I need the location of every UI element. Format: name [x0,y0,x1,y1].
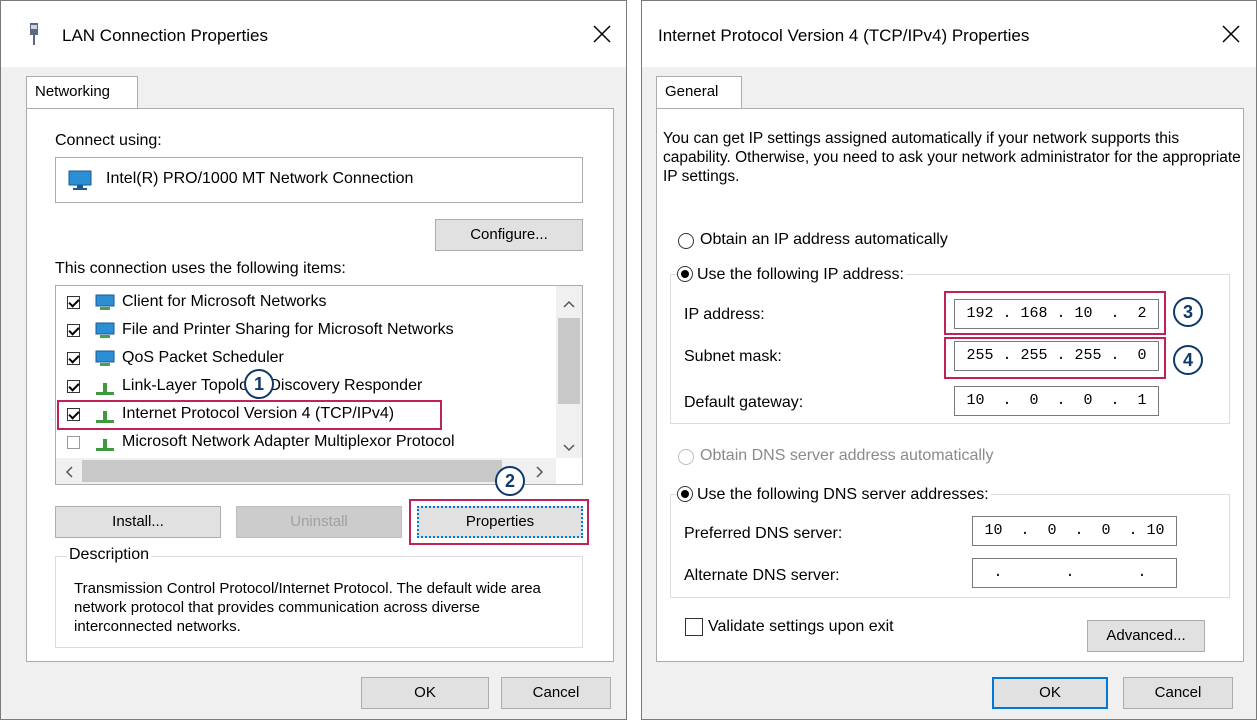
protocol-icon [94,434,116,452]
obtain-ip-auto-label: Obtain an IP address automatically [700,231,948,248]
ip-address-label: IP address: [684,306,765,323]
ip-address-highlight [944,291,1166,335]
item-label: File and Printer Sharing for Microsoft N… [122,321,454,338]
adapter-name: Intel(R) PRO/1000 MT Network Connection [106,170,414,187]
advanced-button[interactable]: Advanced... [1087,620,1205,652]
step-marker-4: 4 [1173,345,1203,375]
protocol-icon [94,378,116,396]
scroll-up-icon[interactable] [563,295,575,312]
lan-ok-button[interactable]: OK [361,677,489,709]
intro-text: You can get IP settings assigned automat… [663,130,1241,185]
use-following-ip-radio[interactable] [677,266,693,282]
network-client-icon [94,294,116,312]
item-label: QoS Packet Scheduler [122,349,284,366]
scroll-right-icon[interactable] [536,465,544,482]
ipv4-properties-dialog: Internet Protocol Version 4 (TCP/IPv4) P… [641,0,1257,720]
tab-networking[interactable]: Networking [26,76,138,109]
network-adapter-icon [27,23,41,47]
scroll-left-icon[interactable] [65,465,73,482]
adapter-monitor-icon [68,170,92,196]
scroll-thumb[interactable] [558,318,580,404]
list-item[interactable]: Microsoft Network Adapter Multiplexor Pr… [56,430,551,458]
ipv4-dialog-title: Internet Protocol Version 4 (TCP/IPv4) P… [658,26,1030,45]
step-marker-3: 3 [1173,297,1203,327]
subnet-mask-highlight [944,337,1166,379]
item-checkbox[interactable] [67,436,80,449]
tab-networking-label: Networking [35,83,111,100]
network-service-icon [94,350,116,368]
tab-general[interactable]: General [656,76,742,109]
tab-general-label: General [665,83,719,100]
lan-dialog-title: LAN Connection Properties [62,26,269,45]
validate-label: Validate settings upon exit [708,618,894,635]
item-checkbox[interactable] [67,352,80,365]
use-following-ip-legend: Use the following IP address: [677,263,906,284]
obtain-dns-auto-label: Obtain DNS server address automatically [700,447,994,464]
alternate-dns-label: Alternate DNS server: [684,567,840,584]
item-label: Microsoft Network Adapter Multiplexor Pr… [122,433,455,450]
install-button[interactable]: Install... [55,506,221,538]
list-item[interactable]: Client for Microsoft Networks [56,290,551,318]
obtain-dns-auto-radio [678,449,694,465]
list-item[interactable]: QoS Packet Scheduler [56,346,551,374]
properties-button[interactable]: Properties [417,506,583,538]
vertical-scrollbar[interactable] [556,286,582,458]
items-listbox: Client for Microsoft Networks File and P… [55,285,583,485]
adapter-field: Intel(R) PRO/1000 MT Network Connection [55,157,583,203]
lan-close-icon[interactable] [585,17,619,51]
network-service-icon [94,322,116,340]
lan-titlebar: LAN Connection Properties [1,1,626,67]
item-checkbox[interactable] [67,296,80,309]
lan-connection-properties-dialog: LAN Connection Properties Networking Con… [0,0,627,720]
list-item[interactable]: File and Printer Sharing for Microsoft N… [56,318,551,346]
step-marker-1: 1 [244,369,274,399]
list-item[interactable]: Link-Layer Topology Discovery Responder [56,374,551,402]
use-following-dns-legend: Use the following DNS server addresses: [677,483,991,504]
uninstall-button: Uninstall [236,506,402,538]
scroll-down-icon[interactable] [563,439,575,456]
item-label: Client for Microsoft Networks [122,293,327,310]
validate-checkbox[interactable] [685,618,703,636]
ipv4-item-highlight [57,400,442,430]
preferred-dns-label: Preferred DNS server: [684,525,843,542]
ipv4-ok-button[interactable]: OK [992,677,1108,709]
preferred-dns-field[interactable]: 10 . 0 . 0 . 10 [972,516,1177,546]
items-label: This connection uses the following items… [55,260,346,277]
ipv4-close-icon[interactable] [1214,17,1248,51]
use-following-ip-label: Use the following IP address: [697,266,904,283]
horizontal-scrollbar[interactable] [56,458,556,484]
connect-using-label: Connect using: [55,132,162,149]
lan-cancel-button[interactable]: Cancel [501,677,611,709]
item-checkbox[interactable] [67,380,80,393]
configure-button[interactable]: Configure... [435,219,583,251]
step-marker-2: 2 [495,466,525,496]
obtain-ip-auto-radio[interactable] [678,233,694,249]
default-gateway-label: Default gateway: [684,394,804,411]
subnet-mask-label: Subnet mask: [684,348,782,365]
use-following-dns-radio[interactable] [677,486,693,502]
ipv4-cancel-button[interactable]: Cancel [1123,677,1233,709]
item-checkbox[interactable] [67,324,80,337]
scroll-thumb-horizontal[interactable] [82,460,502,482]
description-text: Transmission Control Protocol/Internet P… [74,580,541,635]
ipv4-titlebar: Internet Protocol Version 4 (TCP/IPv4) P… [642,1,1256,67]
description-legend: Description [67,546,152,564]
default-gateway-field[interactable]: 10 . 0 . 0 . 1 [954,386,1159,416]
use-following-dns-label: Use the following DNS server addresses: [697,486,989,503]
alternate-dns-field[interactable]: . . . [972,558,1177,588]
